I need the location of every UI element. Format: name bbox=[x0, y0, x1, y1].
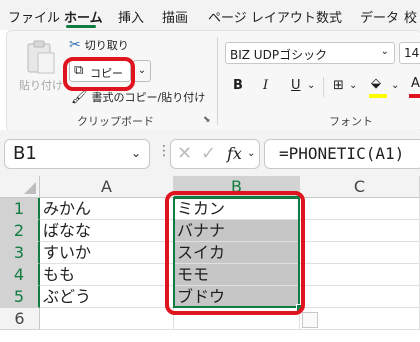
cell-a1[interactable]: みかん bbox=[40, 198, 174, 220]
underline-button[interactable]: U bbox=[291, 78, 301, 93]
tab-insert[interactable]: 挿入 bbox=[118, 7, 144, 26]
chevron-down-icon: ⌄ bbox=[130, 146, 141, 160]
cell-a3[interactable]: すいか bbox=[40, 242, 174, 264]
cell-c2[interactable] bbox=[300, 220, 420, 242]
tab-home[interactable]: ホーム bbox=[64, 7, 103, 26]
copy-dropdown-button[interactable]: ⌄ bbox=[133, 60, 151, 82]
paste-label: 貼り付け bbox=[19, 79, 63, 92]
paint-bucket-icon: ⬙ bbox=[371, 76, 381, 91]
format-painter-button[interactable]: 🖌 書式のコピー/貼り付け bbox=[71, 89, 205, 105]
tab-formulas[interactable]: 数式 bbox=[316, 7, 342, 26]
cut-button[interactable]: ✂ 切り取り bbox=[69, 37, 129, 53]
column-header-c[interactable]: C bbox=[300, 176, 420, 198]
select-all-corner[interactable] bbox=[0, 176, 40, 198]
cell-a2[interactable]: ばなな bbox=[40, 220, 174, 242]
paste-button[interactable]: 貼り付け bbox=[19, 39, 63, 95]
row-header-3[interactable]: 3 bbox=[0, 242, 40, 264]
highlight-ring-column-b bbox=[165, 191, 305, 315]
row-header-6[interactable]: 6 bbox=[0, 308, 40, 330]
format-painter-label: 書式のコピー/貼り付け bbox=[91, 91, 206, 104]
dialog-launcher-icon[interactable]: ⬊ bbox=[203, 115, 211, 125]
font-name-select[interactable]: BIZ UDPゴシック ⌄ bbox=[225, 42, 395, 64]
column-header-a[interactable]: A bbox=[40, 176, 174, 198]
active-tab-indicator bbox=[66, 25, 96, 28]
cell-c4[interactable] bbox=[300, 264, 420, 286]
formula-bar: B1 ⌄ ⋮ ✕ ✓ fx ⌄ =PHONETIC(A1) bbox=[0, 130, 420, 176]
cut-label: 切り取り bbox=[84, 39, 129, 52]
fill-color-button[interactable]: ⬙ bbox=[369, 76, 387, 98]
tab-data[interactable]: データ bbox=[360, 7, 399, 26]
cell-a5[interactable]: ぶどう bbox=[40, 286, 174, 308]
cell-c1[interactable] bbox=[300, 198, 420, 220]
formula-controls: ✕ ✓ fx ⌄ bbox=[170, 139, 260, 169]
tab-file[interactable]: ファイル bbox=[8, 7, 60, 26]
chevron-down-icon[interactable]: ⌄ bbox=[349, 80, 357, 91]
quick-analysis-icon[interactable] bbox=[302, 312, 318, 328]
chevron-down-icon: ⌄ bbox=[247, 148, 256, 159]
select-all-icon bbox=[24, 182, 36, 194]
row-header-1[interactable]: 1 bbox=[0, 198, 40, 220]
cell-a4[interactable]: もも bbox=[40, 264, 174, 286]
font-group-label: フォント bbox=[329, 115, 373, 128]
font-color-button[interactable]: A bbox=[409, 76, 420, 98]
cell-a6[interactable] bbox=[40, 308, 174, 330]
row-header-2[interactable]: 2 bbox=[0, 220, 40, 242]
chevron-down-icon: ⌄ bbox=[137, 65, 147, 76]
row-header-5[interactable]: 5 bbox=[0, 286, 40, 308]
font-name-value: BIZ UDPゴシック bbox=[230, 48, 328, 62]
formula-input[interactable]: =PHONETIC(A1) bbox=[264, 139, 420, 169]
highlight-ring-copy bbox=[63, 57, 135, 91]
italic-button[interactable]: I bbox=[263, 78, 268, 93]
paintbrush-icon: 🖌 bbox=[71, 89, 88, 105]
toolbar-separator bbox=[323, 77, 324, 97]
tab-review[interactable]: 校 bbox=[404, 7, 417, 26]
chevron-down-icon: ⌄ bbox=[380, 46, 389, 57]
scissors-icon: ✂ bbox=[69, 37, 81, 53]
name-box-value: B1 bbox=[13, 143, 37, 164]
insert-function-button[interactable]: fx bbox=[227, 144, 242, 163]
row-header-4[interactable]: 4 bbox=[0, 264, 40, 286]
font-size-select[interactable]: 14 bbox=[399, 42, 420, 64]
name-box[interactable]: B1 ⌄ bbox=[4, 139, 150, 169]
chevron-down-icon[interactable]: ⌄ bbox=[391, 80, 399, 91]
paste-icon bbox=[27, 40, 55, 74]
group-separator bbox=[217, 37, 218, 125]
cell-c3[interactable] bbox=[300, 242, 420, 264]
cell-c5[interactable] bbox=[300, 286, 420, 308]
formula-text: =PHONETIC(A1) bbox=[279, 144, 405, 163]
font-color-swatch bbox=[409, 94, 420, 98]
borders-icon[interactable]: ⊞ bbox=[333, 78, 344, 93]
font-color-letter: A bbox=[411, 76, 420, 91]
bold-button[interactable]: B bbox=[233, 78, 243, 93]
menu-bar: ファイル ホーム 挿入 描画 ページ レイアウト 数式 データ 校 bbox=[0, 0, 420, 30]
cell-c6[interactable] bbox=[300, 308, 420, 330]
font-size-value: 14 bbox=[404, 46, 420, 60]
tab-draw[interactable]: 描画 bbox=[162, 7, 188, 26]
clipboard-group-label: クリップボード bbox=[77, 115, 154, 128]
cancel-icon[interactable]: ✕ bbox=[177, 143, 192, 164]
tab-page-layout[interactable]: ページ レイアウト bbox=[208, 7, 316, 26]
check-icon[interactable]: ✓ bbox=[201, 143, 216, 164]
more-options-icon[interactable]: ⋮ bbox=[157, 143, 171, 159]
chevron-down-icon[interactable]: ⌄ bbox=[307, 80, 315, 91]
fill-color-swatch bbox=[369, 94, 387, 98]
